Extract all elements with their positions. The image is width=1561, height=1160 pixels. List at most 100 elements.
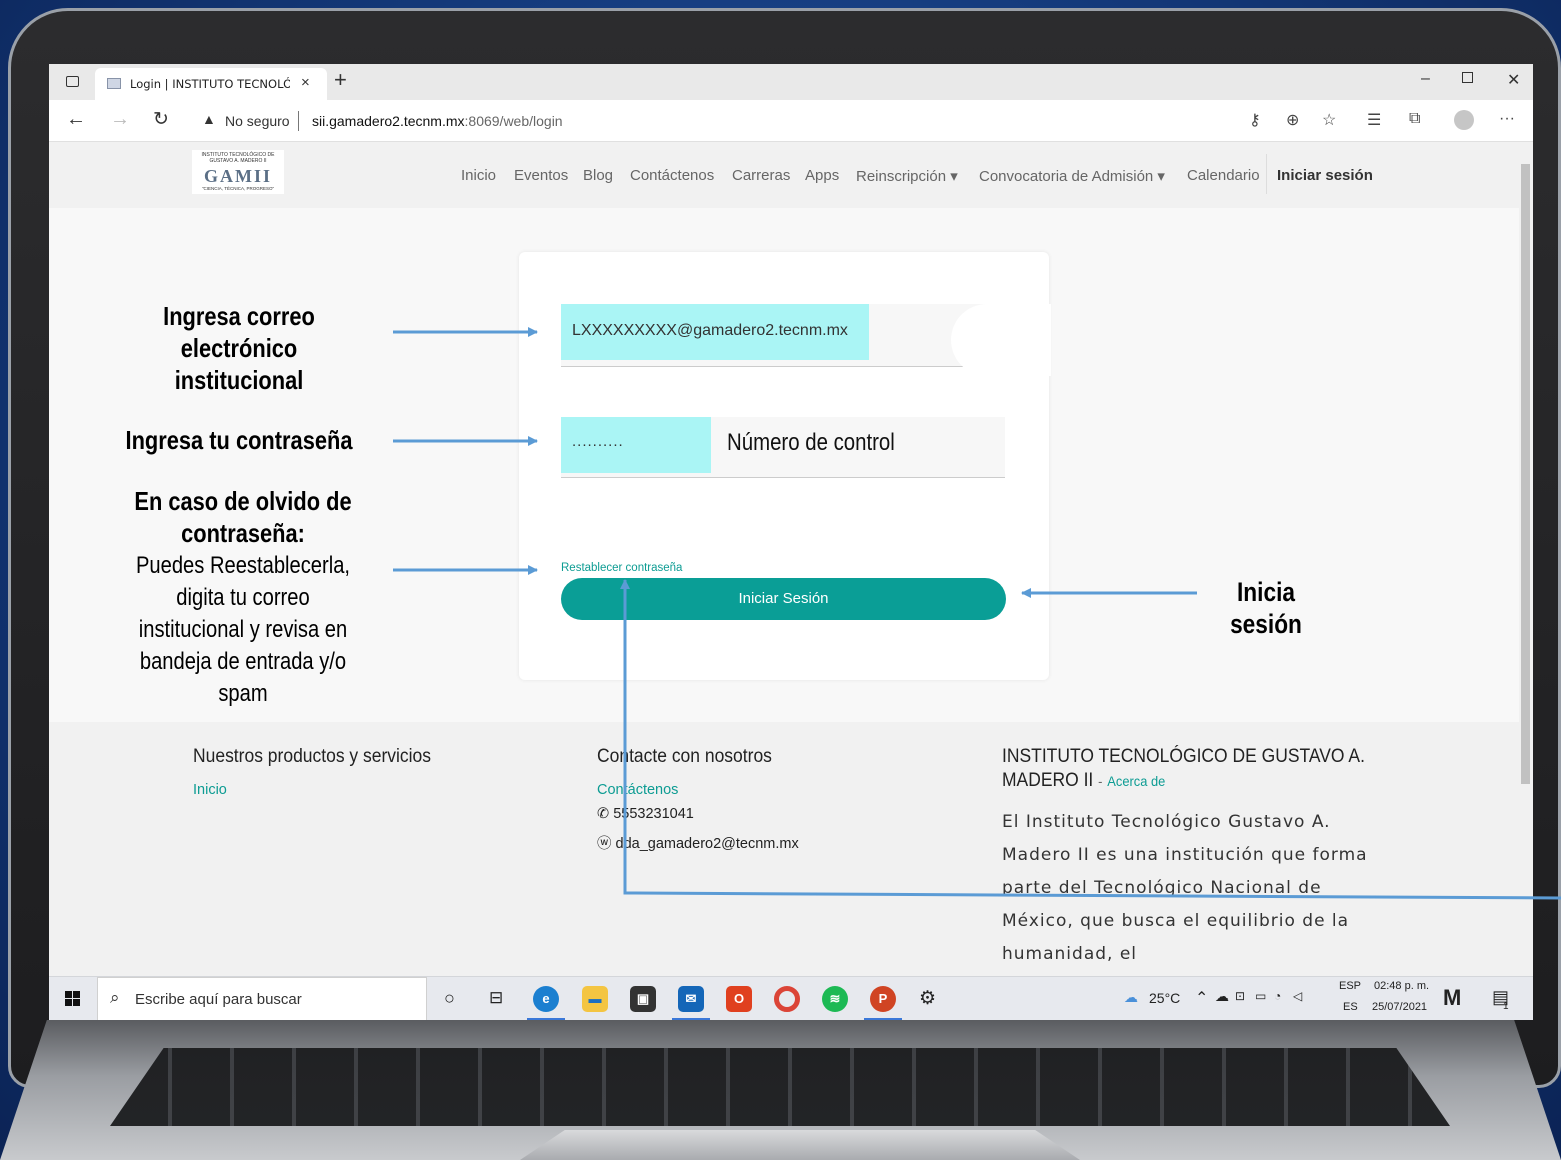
annotation-login: Inicia sesión <box>1230 577 1302 639</box>
security-label[interactable]: No seguro <box>225 113 290 129</box>
key-icon[interactable]: ⚷ <box>1249 110 1261 130</box>
about-link[interactable]: Acerca de <box>1107 773 1165 789</box>
title-separator: - <box>1098 773 1103 789</box>
login-button[interactable]: Iniciar Sesión <box>561 578 1006 620</box>
more-options-icon[interactable]: ··· <box>1499 110 1515 128</box>
battery-icon[interactable]: ▭ <box>1255 989 1266 1003</box>
annotation-forgot-body-line: bandeja de entrada y/o <box>139 648 347 675</box>
annotation-forgot-title: En caso de olvido de contraseña: <box>126 485 360 549</box>
mail-active-indicator <box>672 1018 710 1020</box>
tab-actions-icon[interactable] <box>66 76 79 87</box>
language-top[interactable]: ESP <box>1339 980 1361 992</box>
forward-icon[interactable]: → <box>110 108 130 131</box>
reset-password-link[interactable]: Restablecer contraseña <box>561 562 682 574</box>
footer-institute-title-line2: MADERO II - Acerca de <box>1002 770 1165 792</box>
login-card: LXXXXXXXXX@gamadero2.tecnm.mx ..........… <box>519 252 1051 680</box>
zoom-icon[interactable]: ⊕ <box>1286 110 1299 130</box>
site-logo[interactable]: INSTITUTO TECNOLÓGICO DE GUSTAVO A. MADE… <box>192 150 284 194</box>
chrome-icon[interactable] <box>774 986 800 1012</box>
taskbar-search[interactable]: ⌕ Escribe aquí para buscar <box>97 977 427 1020</box>
browser-address-bar: ← → ↻ ▲ No seguro sii.gamadero2.tecnm.mx… <box>49 100 1533 142</box>
collections-icon[interactable]: ⧉ <box>1409 110 1420 128</box>
scrollbar-thumb[interactable] <box>1521 164 1530 784</box>
phone-number: 5553231041 <box>613 806 694 822</box>
annotation-forgot-body-line: digita tu correo <box>176 584 310 611</box>
store-icon[interactable]: ▣ <box>630 986 656 1012</box>
edge-active-indicator <box>527 1018 565 1020</box>
wifi-icon[interactable]: ◔ <box>1274 989 1281 1003</box>
reload-icon[interactable]: ↻ <box>153 108 169 131</box>
site-favicon-icon <box>107 78 121 89</box>
favorites-icon[interactable]: ☰ <box>1367 110 1381 130</box>
profile-avatar-icon[interactable] <box>1454 110 1474 130</box>
footer-contact-title: Contacte con nosotros <box>597 746 772 767</box>
meet-now-icon[interactable]: ⊡ <box>1235 989 1245 1003</box>
laptop-trackpad <box>520 1130 1080 1160</box>
windows-taskbar: ⌕ Escribe aquí para buscar ○ ⊟ e ▬ ▣ ✉ O… <box>49 976 1533 1020</box>
settings-gear-icon[interactable]: ⚙ <box>919 987 936 1010</box>
edge-icon[interactable]: e <box>533 986 559 1012</box>
app-m-icon[interactable]: M <box>1443 985 1461 1011</box>
language-bottom[interactable]: ES <box>1343 1001 1358 1013</box>
password-input[interactable]: .......... <box>561 417 711 473</box>
onedrive-icon[interactable]: ☁ <box>1215 988 1229 1005</box>
cortana-icon[interactable]: ○ <box>444 988 455 1009</box>
file-explorer-icon[interactable]: ▬ <box>582 986 608 1012</box>
site-navbar: INSTITUTO TECNOLÓGICO DE GUSTAVO A. MADE… <box>49 142 1519 208</box>
password-field[interactable]: .......... Número de control <box>561 417 1005 478</box>
nav-inicio[interactable]: Inicio <box>461 167 496 184</box>
annotation-email-line2: electrónico institucional <box>174 333 304 395</box>
annotation-forgot-line2: contraseña: <box>181 518 305 548</box>
url-path: :8069/web/login <box>464 113 563 129</box>
annotation-email: Ingresa correo electrónico institucional <box>121 300 358 396</box>
nav-iniciar-sesion[interactable]: Iniciar sesión <box>1277 167 1373 184</box>
footer-contactenos-link[interactable]: Contáctenos <box>597 782 678 798</box>
wordpress-icon: ⓦ <box>597 836 616 852</box>
powerpoint-icon[interactable]: P <box>870 986 896 1012</box>
tab-title: Login | INSTITUTO TECNOLÓGICO <box>130 77 290 91</box>
url-field[interactable]: sii.gamadero2.tecnm.mx:8069/web/login <box>312 113 563 129</box>
clock-date[interactable]: 25/07/2021 <box>1372 1001 1427 1013</box>
weather-temperature[interactable]: 25°C <box>1149 990 1180 1006</box>
close-window-icon[interactable]: ✕ <box>1507 70 1520 90</box>
maximize-icon[interactable] <box>1462 72 1473 83</box>
site-footer: Nuestros productos y servicios Inicio Co… <box>49 722 1519 976</box>
add-favorite-icon[interactable]: ☆ <box>1322 110 1336 130</box>
task-view-icon[interactable]: ⊟ <box>489 988 503 1008</box>
back-icon[interactable]: ← <box>66 108 86 131</box>
email-input[interactable]: LXXXXXXXXX@gamadero2.tecnm.mx <box>561 304 869 360</box>
nav-contactenos[interactable]: Contáctenos <box>630 167 714 184</box>
warning-icon[interactable]: ▲ <box>202 111 216 127</box>
footer-inicio-link[interactable]: Inicio <box>193 782 227 798</box>
mail-icon[interactable]: ✉ <box>678 986 704 1012</box>
nav-calendario[interactable]: Calendario <box>1187 167 1260 184</box>
about-paragraph: El Instituto Tecnológico Gustavo A. Made… <box>1002 812 1368 964</box>
nav-reinscripcion-dropdown[interactable]: Reinscripción ▾ <box>856 167 958 185</box>
windows-start-icon[interactable] <box>65 991 81 1007</box>
url-host: sii.gamadero2.tecnm.mx <box>312 113 465 129</box>
nav-carreras[interactable]: Carreras <box>732 167 790 184</box>
footer-products-title: Nuestros productos y servicios <box>193 746 432 767</box>
email-field[interactable]: LXXXXXXXXX@gamadero2.tecnm.mx <box>561 304 1005 367</box>
nav-eventos[interactable]: Eventos <box>514 167 568 184</box>
institute-name-line2: MADERO II <box>1002 770 1094 791</box>
annotation-forgot-body: Puedes Reestablecerla, digita tu correo … <box>126 550 360 710</box>
laptop-keyboard <box>110 1048 1450 1126</box>
minimize-icon[interactable]: – <box>1421 70 1430 88</box>
office-icon[interactable]: O <box>726 986 752 1012</box>
new-tab-icon[interactable]: + <box>334 67 347 93</box>
spotify-icon[interactable]: ≋ <box>822 986 848 1012</box>
nav-blog[interactable]: Blog <box>583 167 613 184</box>
nav-apps[interactable]: Apps <box>805 167 839 184</box>
tab-close-icon[interactable]: × <box>301 74 310 91</box>
nav-convocatoria-dropdown[interactable]: Convocatoria de Admisión ▾ <box>979 167 1165 185</box>
logo-motto: "CIENCIA, TÉCNICA, PROGRESO" <box>201 186 275 191</box>
browser-tab[interactable]: Login | INSTITUTO TECNOLÓGICO × <box>95 68 327 100</box>
volume-icon[interactable]: ◁ <box>1293 989 1302 1003</box>
annotation-forgot-body-line: spam <box>218 680 268 707</box>
browser-tab-bar: Login | INSTITUTO TECNOLÓGICO × + – ✕ <box>49 64 1533 100</box>
weather-icon[interactable]: ☁ <box>1124 989 1138 1006</box>
powerpoint-active-indicator <box>864 1018 902 1020</box>
clock-time[interactable]: 02:48 p. m. <box>1374 980 1429 992</box>
tray-chevron-icon[interactable]: ⌃ <box>1195 988 1208 1008</box>
